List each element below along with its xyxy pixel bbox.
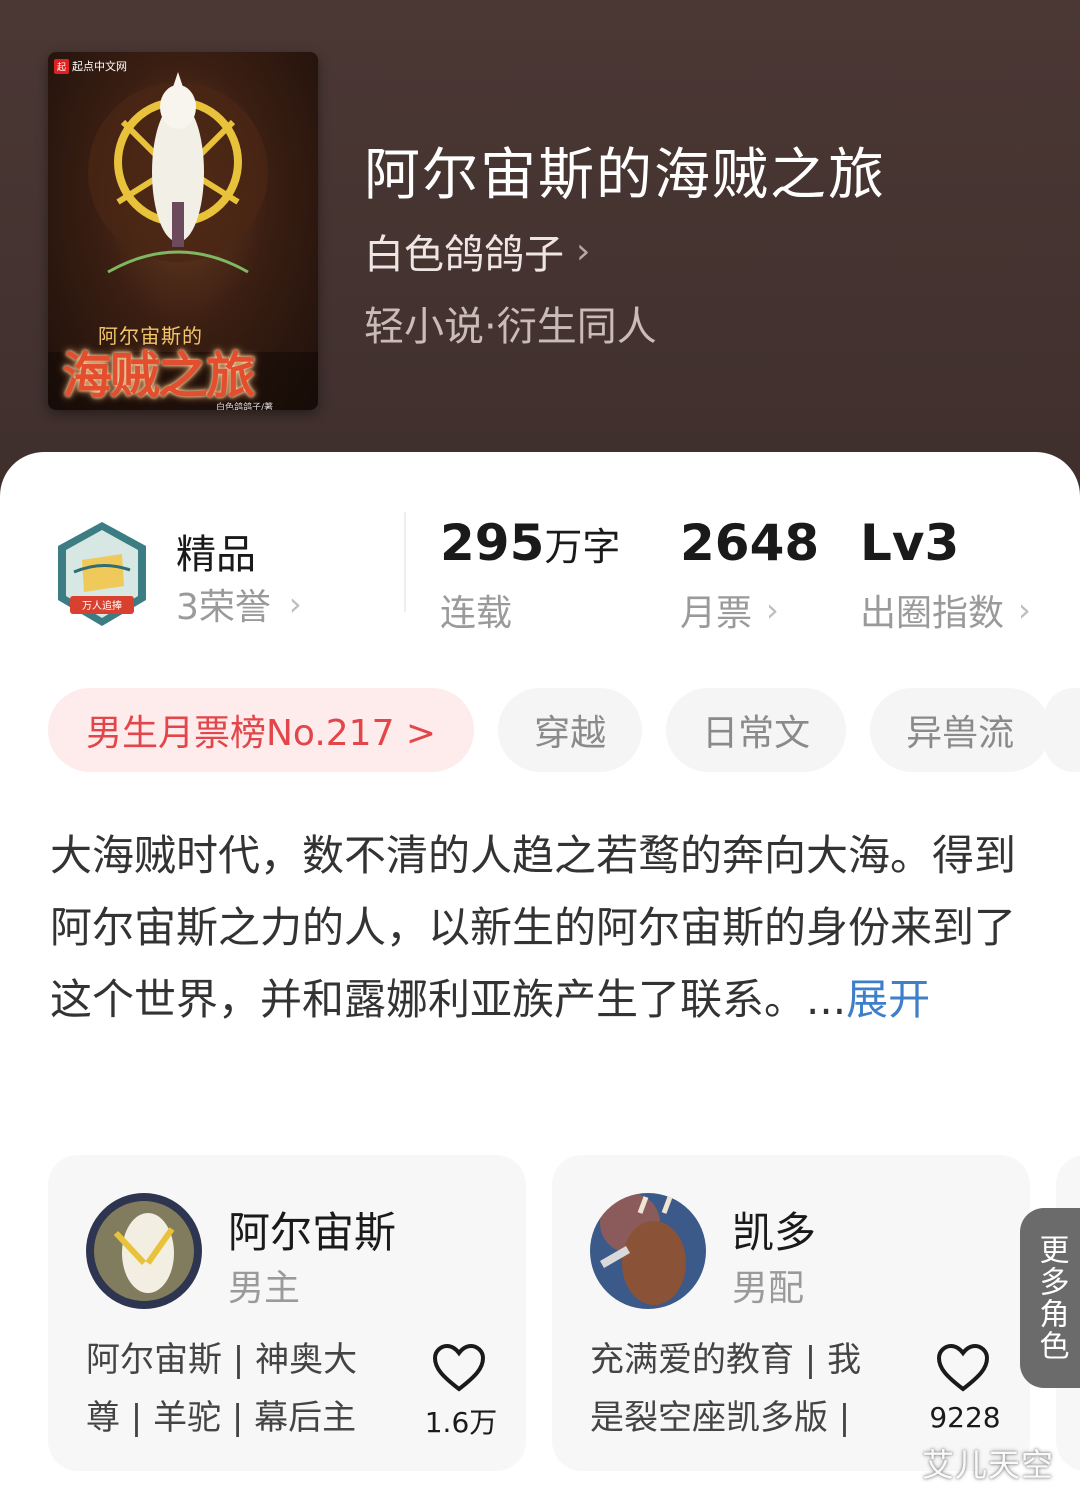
status-label: 连载 xyxy=(440,593,513,634)
role-card[interactable]: 阿尔宙斯 男主 阿尔宙斯 | 神奥大尊 | 羊驼 | 幕后主使 1.6万 xyxy=(48,1155,526,1471)
popularity-index-value: Lv3 xyxy=(860,514,960,572)
like-count: 1.6万 xyxy=(424,1406,498,1439)
book-genre: 轻小说·衍生同人 xyxy=(364,304,657,350)
more-roles-button[interactable]: 更多角色 xyxy=(1020,1208,1080,1388)
role-type: 男配 xyxy=(732,1268,805,1309)
avatar xyxy=(86,1193,202,1309)
chevron-right-icon: › xyxy=(288,585,302,623)
heart-icon[interactable] xyxy=(936,1343,990,1393)
divider xyxy=(404,512,406,612)
expand-link[interactable]: 展开 xyxy=(846,975,930,1024)
honor-badge-text: 万人追捧 xyxy=(82,599,122,612)
stat-popularity-index[interactable]: Lv3 出圈指数 › xyxy=(860,514,1031,636)
tag-chip[interactable]: 穿越 xyxy=(498,688,643,772)
publisher-name: 起点中文网 xyxy=(72,60,128,73)
chevron-right-icon: › xyxy=(576,230,591,272)
role-name: 凯多 xyxy=(732,1208,817,1257)
honor-count: 3荣誉 xyxy=(176,587,271,628)
role-card[interactable]: 凯多 男配 充满爱的教育 | 我是裂空座凯多版 | ... 9228 xyxy=(552,1155,1030,1471)
avatar xyxy=(590,1193,706,1309)
stat-word-count: 295万字 连载 xyxy=(440,514,620,636)
word-count-unit: 万字 xyxy=(544,525,621,569)
role-type: 男主 xyxy=(228,1268,301,1309)
word-count-value: 295 xyxy=(440,514,545,572)
chevron-right-icon: › xyxy=(1018,591,1031,629)
chevron-right-icon: › xyxy=(766,591,779,629)
stat-monthly-tickets[interactable]: 2648 月票 › xyxy=(680,514,819,636)
monthly-tickets-value: 2648 xyxy=(680,514,820,572)
arceus-avatar-icon xyxy=(86,1193,202,1309)
role-name: 阿尔宙斯 xyxy=(228,1208,397,1257)
book-description[interactable]: 大海贼时代，数不清的人趋之若鹜的奔向大海。得到阿尔宙斯之力的人，以新生的阿尔宙斯… xyxy=(50,820,1030,1036)
tag-chip[interactable]: 异兽流 xyxy=(870,688,1051,772)
author-name: 白色鸽鸽子 xyxy=(364,232,564,278)
tag-chip-partial[interactable] xyxy=(1044,688,1080,772)
book-title: 阿尔宙斯的海贼之旅 xyxy=(364,143,886,208)
like-count: 9228 xyxy=(929,1401,1001,1434)
watermark: 艾儿天空 xyxy=(922,1446,1055,1484)
honor-link[interactable]: 3荣誉 › xyxy=(176,578,302,630)
monthly-tickets-label: 月票 xyxy=(680,593,753,634)
kaido-avatar-icon xyxy=(590,1193,706,1309)
author-link[interactable]: 白色鸽鸽子 › xyxy=(364,222,590,280)
role-description: 阿尔宙斯 | 神奥大尊 | 羊驼 | 幕后主使 xyxy=(86,1340,358,1438)
tag-chip[interactable]: 日常文 xyxy=(666,688,847,772)
honor-badge-icon[interactable]: 万人追捧 xyxy=(52,520,152,630)
book-header: 起 起点中文网 阿尔宙斯的 海贼之旅 白色鸽鸽子/著 阿尔宙斯的海贼之旅 白色鸽… xyxy=(0,0,1080,500)
honor-title: 精品 xyxy=(176,532,256,578)
cover-author: 白色鸽鸽子/著 xyxy=(216,403,274,410)
cover-big-title: 海贼之旅 xyxy=(62,346,256,405)
popularity-index-label: 出圈指数 xyxy=(860,593,1005,634)
role-description: 充满爱的教育 | 我是裂空座凯多版 | ... xyxy=(590,1340,862,1438)
rank-tag[interactable]: 男生月票榜No.217 > xyxy=(48,688,475,772)
heart-icon[interactable] xyxy=(432,1343,486,1393)
cover-publisher: 起 起点中文网 xyxy=(54,58,127,74)
book-cover[interactable]: 起 起点中文网 阿尔宙斯的 海贼之旅 白色鸽鸽子/著 xyxy=(48,52,318,410)
publisher-logo-icon: 起 xyxy=(54,58,70,74)
tag-row: 男生月票榜No.217 > 穿越 日常文 异兽流 xyxy=(48,688,1051,772)
